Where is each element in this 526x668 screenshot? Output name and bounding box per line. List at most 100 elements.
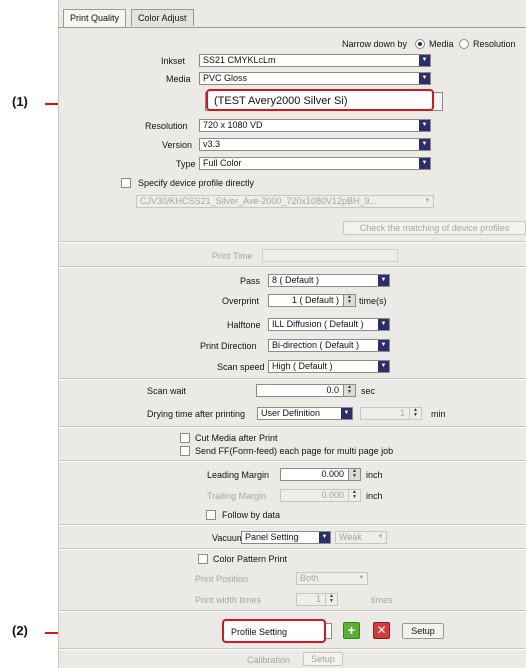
radio-media-label: Media bbox=[429, 39, 454, 49]
divider bbox=[58, 427, 526, 428]
cut-media-label: Cut Media after Print bbox=[195, 433, 278, 443]
drying-time-label: Drying time after printing bbox=[147, 409, 246, 419]
device-profile-select[interactable]: CJV30/KHCSS21_Silver_Ave-2000_720x1080V1… bbox=[136, 195, 434, 208]
leading-margin-value: 0.000 bbox=[321, 469, 344, 479]
scan-wait-spinner[interactable]: 0.0 ▲ ▼ bbox=[256, 384, 356, 397]
follow-by-data-checkbox[interactable] bbox=[206, 510, 216, 520]
divider bbox=[58, 379, 526, 380]
chevron-down-icon: ▼ bbox=[419, 120, 430, 131]
print-width-unit: times bbox=[371, 595, 393, 605]
leading-margin-unit: inch bbox=[366, 470, 383, 480]
drying-time-spinner[interactable]: 1 ▲ ▼ bbox=[360, 407, 422, 420]
chevron-down-icon: ▼ bbox=[319, 532, 330, 543]
print-direction-select[interactable]: Bi-direction ( Default ) ▼ bbox=[268, 339, 390, 352]
spinner-arrows-icon[interactable]: ▲ ▼ bbox=[343, 295, 355, 306]
close-icon: ✕ bbox=[376, 623, 387, 637]
scan-wait-label: Scan wait bbox=[147, 386, 187, 396]
tab-underline bbox=[58, 27, 526, 28]
drying-time-number: 1 bbox=[399, 408, 405, 418]
halftone-label: Halftone bbox=[227, 320, 261, 330]
leading-margin-spinner[interactable]: 0.000 ▲ ▼ bbox=[280, 468, 361, 481]
radio-resolution-label: Resolution bbox=[473, 39, 516, 49]
chevron-down-icon: ▼ bbox=[375, 532, 386, 543]
vacuum-select[interactable]: Panel Setting ▼ bbox=[241, 531, 331, 544]
spinner-arrows-icon[interactable]: ▲ ▼ bbox=[325, 594, 337, 605]
trailing-margin-unit: inch bbox=[366, 491, 383, 501]
print-width-label: Print width times bbox=[195, 595, 262, 605]
chevron-down-icon: ▼ bbox=[422, 196, 433, 207]
trailing-margin-label: Trailing Margin bbox=[207, 491, 267, 501]
radio-resolution[interactable] bbox=[459, 39, 469, 49]
scan-speed-select[interactable]: High ( Default ) ▼ bbox=[268, 360, 390, 373]
spinner-arrows-icon[interactable]: ▲ ▼ bbox=[348, 490, 360, 501]
type-label: Type bbox=[176, 159, 196, 169]
profile-setup-button[interactable]: Setup bbox=[402, 623, 444, 639]
color-pattern-checkbox[interactable] bbox=[198, 554, 208, 564]
resolution-label: Resolution bbox=[145, 121, 188, 131]
tab-print-quality[interactable]: Print Quality bbox=[63, 9, 127, 27]
color-pattern-label: Color Pattern Print bbox=[213, 554, 288, 564]
vacuum-level-select[interactable]: Weak ▼ bbox=[335, 531, 387, 544]
profile-setting-value: Profile Setting bbox=[231, 627, 288, 637]
divider bbox=[58, 242, 526, 243]
callout-1-label: (1) bbox=[12, 94, 28, 109]
chevron-down-icon: ▼ bbox=[419, 158, 430, 169]
spinner-arrows-icon[interactable]: ▲ ▼ bbox=[348, 469, 360, 480]
scan-speed-label: Scan speed bbox=[217, 362, 265, 372]
pass-label: Pass bbox=[240, 276, 261, 286]
trailing-margin-spinner[interactable]: 0.000 ▲ ▼ bbox=[280, 489, 361, 502]
radio-media[interactable] bbox=[415, 39, 425, 49]
divider bbox=[58, 549, 526, 550]
print-position-label: Print Position bbox=[195, 574, 249, 584]
spinner-arrows-icon[interactable]: ▲ ▼ bbox=[343, 385, 355, 396]
type-select[interactable]: Full Color ▼ bbox=[199, 157, 431, 170]
media-value: PVC Gloss bbox=[203, 73, 248, 83]
profile-popup-highlight[interactable]: (TEST Avery2000 Silver Si) bbox=[206, 89, 434, 111]
print-direction-value: Bi-direction ( Default ) bbox=[272, 340, 360, 350]
print-direction-label: Print Direction bbox=[200, 341, 257, 351]
overprint-spinner[interactable]: 1 ( Default ) ▲ ▼ bbox=[268, 294, 356, 307]
tab-color-adjust[interactable]: Color Adjust bbox=[131, 9, 194, 26]
inkset-value: SS21 CMYKLcLm bbox=[203, 55, 276, 65]
specify-profile-checkbox[interactable] bbox=[121, 178, 131, 188]
version-value: v3.3 bbox=[203, 139, 221, 149]
vacuum-value: Panel Setting bbox=[245, 532, 299, 542]
resolution-select[interactable]: 720 x 1080 VD ▼ bbox=[199, 119, 431, 132]
print-time-field bbox=[262, 249, 398, 262]
chevron-down-icon: ▼ bbox=[341, 408, 352, 419]
scan-wait-unit: sec bbox=[361, 386, 376, 396]
media-select[interactable]: PVC Gloss ▼ bbox=[199, 72, 431, 85]
add-profile-button[interactable]: + bbox=[343, 622, 360, 639]
version-select[interactable]: v3.3 ▼ bbox=[199, 138, 431, 151]
print-position-value: Both bbox=[300, 573, 319, 583]
vacuum-label: Vacuum bbox=[212, 533, 245, 543]
halftone-select[interactable]: ILL Diffusion ( Default ) ▼ bbox=[268, 318, 390, 331]
remove-profile-button[interactable]: ✕ bbox=[373, 622, 390, 639]
check-matching-button[interactable]: Check the matching of device profiles bbox=[343, 221, 526, 235]
send-ff-checkbox[interactable] bbox=[180, 446, 190, 456]
chevron-down-icon: ▼ bbox=[378, 319, 389, 330]
print-width-spinner[interactable]: 1 ▲ ▼ bbox=[296, 593, 338, 606]
chevron-down-icon: ▼ bbox=[419, 73, 430, 84]
drying-time-select[interactable]: User Definition ▼ bbox=[257, 407, 353, 420]
follow-by-data-label: Follow by data bbox=[222, 510, 281, 520]
chevron-down-icon: ▼ bbox=[378, 361, 389, 372]
spinner-arrows-icon[interactable]: ▲ ▼ bbox=[409, 408, 421, 419]
print-position-select[interactable]: Both ▼ bbox=[296, 572, 368, 585]
specify-profile-label: Specify device profile directly bbox=[138, 178, 255, 188]
divider bbox=[58, 525, 526, 526]
calibration-setup-button[interactable]: Setup bbox=[303, 652, 343, 666]
pass-select[interactable]: 8 ( Default ) ▼ bbox=[268, 274, 390, 287]
calibration-label: Calibration bbox=[247, 655, 291, 665]
cut-media-checkbox[interactable] bbox=[180, 433, 190, 443]
chevron-down-icon: ▼ bbox=[378, 340, 389, 351]
overprint-unit: time(s) bbox=[359, 296, 387, 306]
trailing-margin-value: 0.000 bbox=[321, 490, 344, 500]
profile-setting-highlight[interactable]: Profile Setting bbox=[222, 619, 326, 643]
halftone-value: ILL Diffusion ( Default ) bbox=[272, 319, 364, 329]
inkset-select[interactable]: SS21 CMYKLcLm ▼ bbox=[199, 54, 431, 67]
version-label: Version bbox=[162, 140, 193, 150]
overprint-value: 1 ( Default ) bbox=[291, 295, 339, 305]
profile-popup-text: (TEST Avery2000 Silver Si) bbox=[214, 95, 348, 107]
pass-value: 8 ( Default ) bbox=[272, 275, 320, 285]
